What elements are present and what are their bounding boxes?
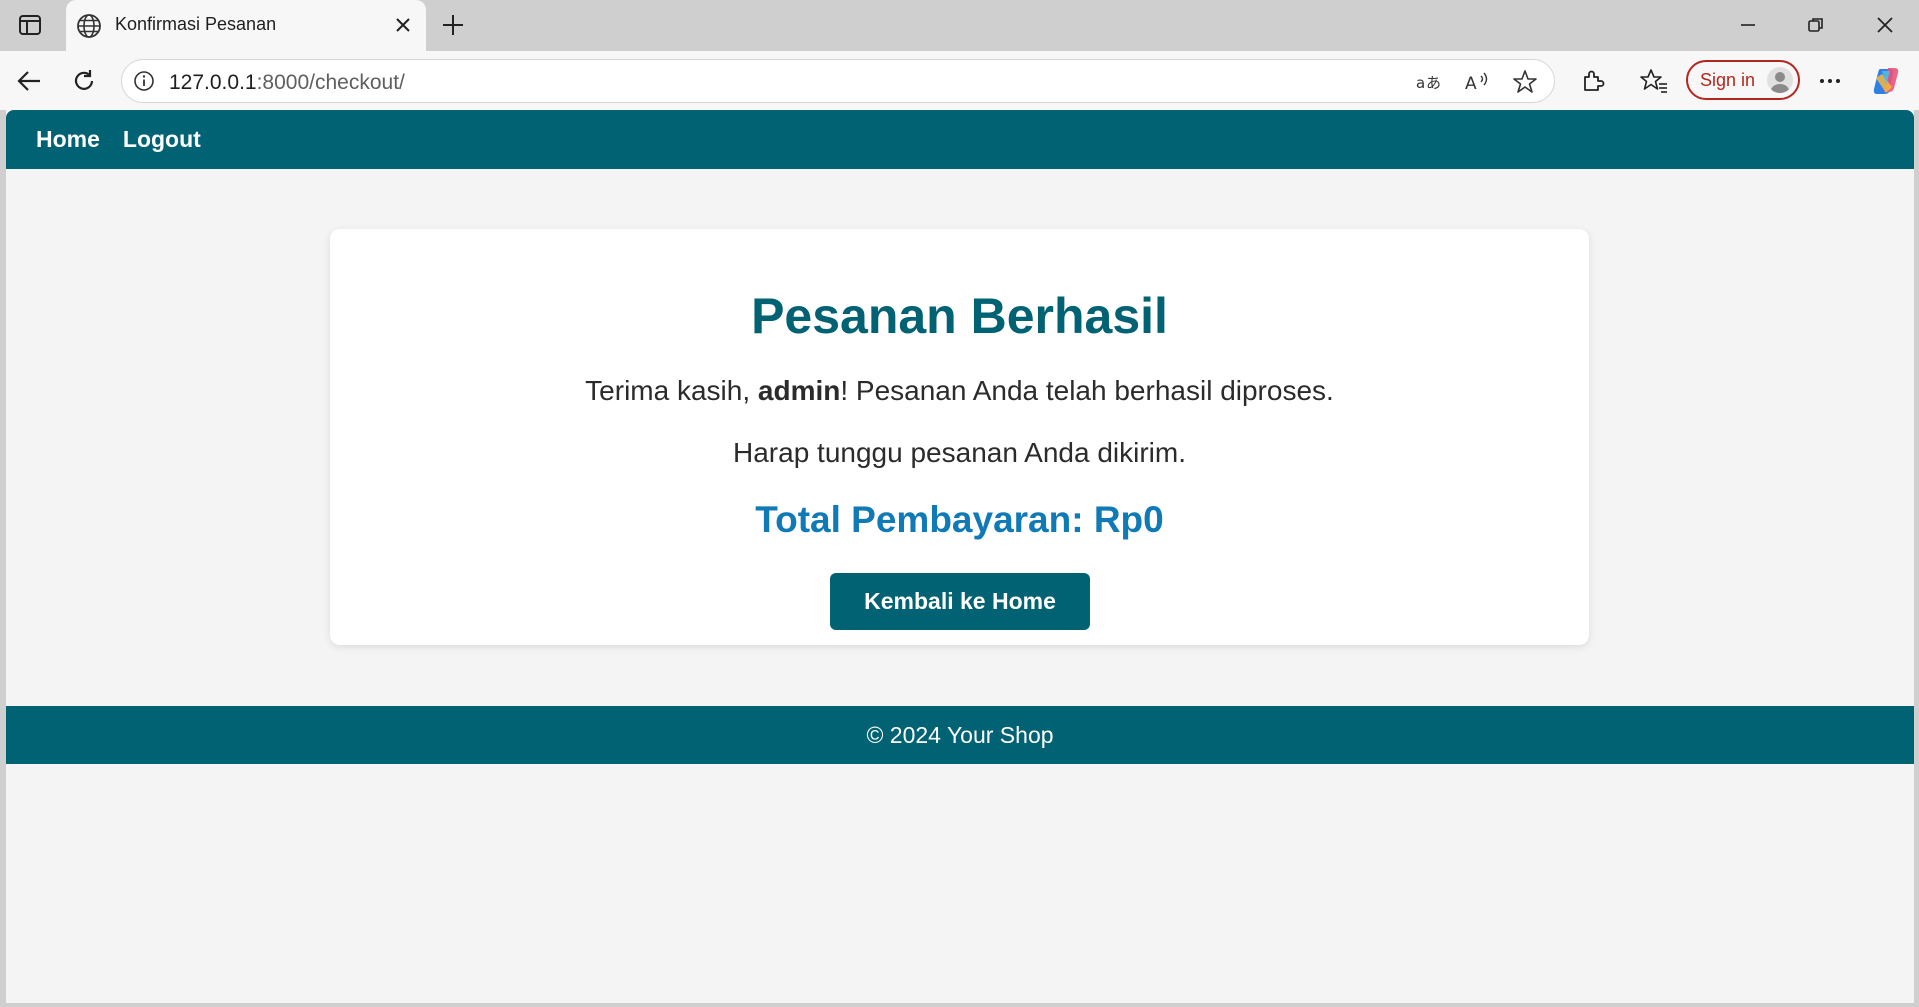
thanks-message: Terima kasih, admin! Pesanan Anda telah …	[330, 375, 1589, 407]
thanks-suffix: ! Pesanan Anda telah berhasil diproses.	[840, 375, 1334, 406]
nav-logout-link[interactable]: Logout	[123, 126, 201, 153]
restore-icon	[1808, 18, 1823, 32]
avatar-icon	[1767, 67, 1793, 93]
minimize-button[interactable]	[1720, 8, 1776, 42]
thanks-prefix: Terima kasih,	[585, 375, 758, 406]
username: admin	[757, 375, 841, 406]
url-host: 127.0.0.1	[169, 71, 257, 94]
address-bar[interactable]: 127.0.0.1:8000/checkout/ aあ A	[121, 59, 1555, 103]
back-icon[interactable]	[12, 64, 46, 98]
star-icon[interactable]	[1510, 68, 1540, 96]
translate-icon[interactable]: aあ	[1414, 68, 1444, 96]
info-icon[interactable]	[132, 69, 156, 93]
read-aloud-icon[interactable]: A	[1463, 68, 1493, 96]
copilot-icon[interactable]	[1869, 64, 1903, 98]
site-footer: © 2024 Your Shop	[6, 706, 1914, 764]
browser-tab[interactable]: Konfirmasi Pesanan	[66, 0, 426, 51]
nav-home-link[interactable]: Home	[36, 126, 100, 153]
new-tab-button[interactable]	[438, 10, 468, 40]
site-navbar: Home Logout	[6, 110, 1914, 169]
globe-icon	[76, 13, 102, 39]
browser-toolbar: 127.0.0.1:8000/checkout/ aあ A Sign in	[0, 51, 1919, 110]
favorites-icon[interactable]	[1637, 64, 1671, 98]
window-close-icon	[1877, 17, 1893, 33]
close-icon[interactable]	[390, 12, 416, 38]
back-home-button[interactable]: Kembali ke Home	[830, 573, 1090, 630]
extensions-icon[interactable]	[1576, 64, 1610, 98]
page-title: Pesanan Berhasil	[751, 288, 1168, 344]
tab-bar: Konfirmasi Pesanan	[0, 0, 1919, 51]
url-text: 127.0.0.1:8000/checkout/	[169, 71, 405, 95]
payment-total: Total Pembayaran: Rp0	[755, 499, 1164, 540]
sign-in-label: Sign in	[1700, 69, 1756, 90]
confirmation-card: Pesanan Berhasil Terima kasih, admin! Pe…	[330, 229, 1589, 645]
minimize-icon	[1741, 24, 1755, 26]
sidebar-toggle-icon[interactable]	[14, 12, 46, 38]
window-close-button[interactable]	[1857, 8, 1913, 42]
svg-text:a: a	[1416, 74, 1425, 92]
plus-icon	[443, 15, 463, 35]
page-viewport: Home Logout Pesanan Berhasil Terima kasi…	[6, 110, 1914, 1003]
url-path: :8000/checkout/	[256, 71, 405, 94]
refresh-icon[interactable]	[67, 64, 101, 98]
more-icon[interactable]	[1813, 64, 1847, 98]
svg-text:あ: あ	[1426, 74, 1441, 92]
sign-in-button[interactable]: Sign in	[1686, 60, 1800, 100]
svg-text:A: A	[1465, 74, 1477, 94]
tab-title: Konfirmasi Pesanan	[115, 14, 277, 34]
wait-message: Harap tunggu pesanan Anda dikirim.	[733, 437, 1186, 468]
restore-button[interactable]	[1788, 8, 1844, 42]
